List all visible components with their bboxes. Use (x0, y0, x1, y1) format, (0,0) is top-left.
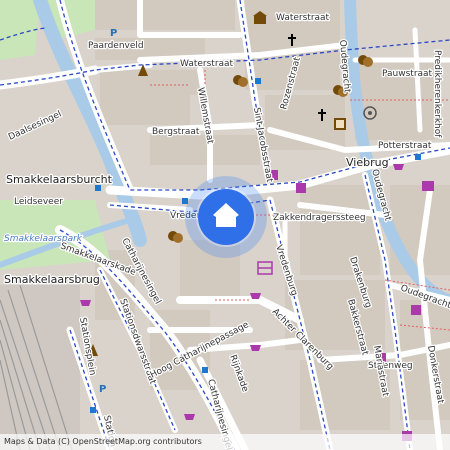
street-label: Pauwstraat (382, 69, 433, 79)
home-icon (213, 203, 239, 227)
street-label: Smakkelaarsbrug (4, 273, 100, 286)
rail-yard (0, 285, 80, 450)
bus-stop-icon (202, 367, 208, 373)
street-label: Smakkelaarsburcht (6, 173, 113, 186)
street-label: Bergstraat (152, 127, 200, 137)
street-label: Zakkendragerssteeg (273, 213, 366, 223)
bus-stop-icon (415, 154, 421, 160)
bus-stop-icon (255, 78, 261, 84)
street-label: Leidseveer (14, 197, 63, 207)
shop-icon (411, 305, 421, 315)
street-label: Viebrug (346, 156, 389, 169)
street-label: Potterstraat (378, 141, 432, 151)
shop-icon (296, 183, 306, 193)
map-attribution: Maps & Data (C) OpenStreetMap.org contri… (0, 434, 450, 450)
street-label: Paardenveld (88, 41, 144, 51)
bookshop-icon (422, 181, 434, 191)
street-label: Smakkelaarspark (4, 234, 83, 244)
street-label: Waterstraat (276, 13, 330, 23)
street-label: Predikherenkerkhof (432, 50, 442, 138)
bus-stop-icon (90, 407, 96, 413)
cinema-icon (334, 118, 346, 130)
home-location-marker[interactable] (185, 176, 267, 258)
parking-icon: P (110, 28, 117, 39)
parking-icon: P (99, 384, 106, 395)
street-label: Waterstraat (180, 59, 234, 69)
